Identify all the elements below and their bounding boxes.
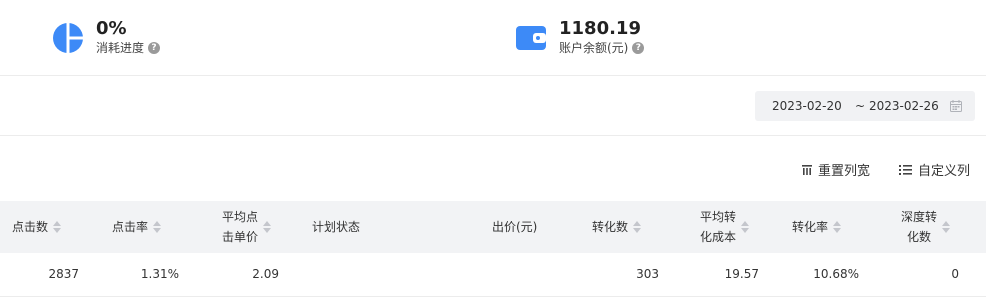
sort-icon[interactable] [741, 221, 750, 233]
custom-columns-button[interactable]: 自定义列 [899, 160, 970, 179]
balance-stat: 1180.19 账户余额(元) ? [515, 18, 645, 56]
start-date[interactable]: 2023-02-20 [772, 99, 842, 113]
progress-label: 消耗进度 [96, 41, 145, 55]
cell-avg-cpc: 2.09 [252, 267, 279, 281]
cell-cvr: 10.68% [813, 267, 859, 281]
header-cvr[interactable]: 转化率 [792, 217, 842, 237]
header-deep-conversions[interactable]: 深度转 化数 [901, 207, 951, 247]
calendar-icon [950, 100, 962, 112]
table-header: 点击数 点击率 平均点 击单价 计划状态 出价(元) 转化数 平均转 化成本 转… [0, 201, 986, 253]
header-label: 点击率 [112, 220, 149, 234]
header-avg-cpa[interactable]: 平均转 化成本 [700, 207, 750, 247]
header-label: 平均转 化成本 [700, 210, 737, 244]
header-label: 点击数 [12, 220, 49, 234]
divider [0, 75, 986, 76]
header-conversions[interactable]: 转化数 [592, 217, 642, 237]
balance-label: 账户余额(元) [559, 41, 629, 55]
progress-stat: 0% 消耗进度 ? [52, 18, 161, 56]
wallet-icon [516, 26, 546, 50]
pie-chart-icon [53, 22, 84, 54]
date-separator: ~ [855, 99, 866, 113]
end-date[interactable]: 2023-02-26 [869, 99, 939, 113]
help-icon[interactable]: ? [148, 42, 161, 54]
sort-icon[interactable] [633, 221, 642, 233]
header-label: 转化数 [592, 220, 629, 234]
header-bid: 出价(元) [492, 217, 537, 237]
header-clicks[interactable]: 点击数 [12, 217, 62, 237]
header-label: 转化率 [792, 220, 829, 234]
cell-conversions: 303 [636, 267, 659, 281]
header-label: 出价(元) [492, 220, 538, 234]
header-ctr[interactable]: 点击率 [112, 217, 162, 237]
column-width-icon [802, 164, 812, 175]
header-avg-cpc[interactable]: 平均点 击单价 [222, 207, 272, 247]
header-label: 计划状态 [312, 220, 361, 234]
help-icon[interactable]: ? [632, 42, 645, 54]
sort-icon[interactable] [833, 221, 842, 233]
header-label: 深度转 化数 [901, 210, 938, 244]
cell-clicks: 2837 [48, 267, 79, 281]
balance-value: 1180.19 [559, 18, 641, 39]
divider [0, 135, 986, 136]
cell-deep-conversions: 0 [951, 267, 959, 281]
progress-value: 0% [96, 18, 127, 39]
list-icon [899, 164, 912, 175]
sort-icon[interactable] [153, 221, 162, 233]
reset-column-width-button[interactable]: 重置列宽 [801, 160, 870, 179]
custom-columns-label: 自定义列 [918, 164, 971, 179]
cell-avg-cpa: 19.57 [724, 267, 759, 281]
cell-ctr: 1.31% [140, 267, 179, 281]
header-plan-status: 计划状态 [312, 217, 360, 237]
header-label: 平均点 击单价 [222, 210, 259, 244]
table-row: 2837 1.31% 2.09 303 19.57 10.68% 0 [0, 253, 986, 297]
sort-icon[interactable] [263, 221, 272, 233]
date-range-picker[interactable]: 2023-02-20 ~ 2023-02-26 [755, 91, 975, 121]
sort-icon[interactable] [53, 221, 62, 233]
sort-icon[interactable] [942, 221, 951, 233]
reset-column-width-label: 重置列宽 [818, 164, 871, 179]
